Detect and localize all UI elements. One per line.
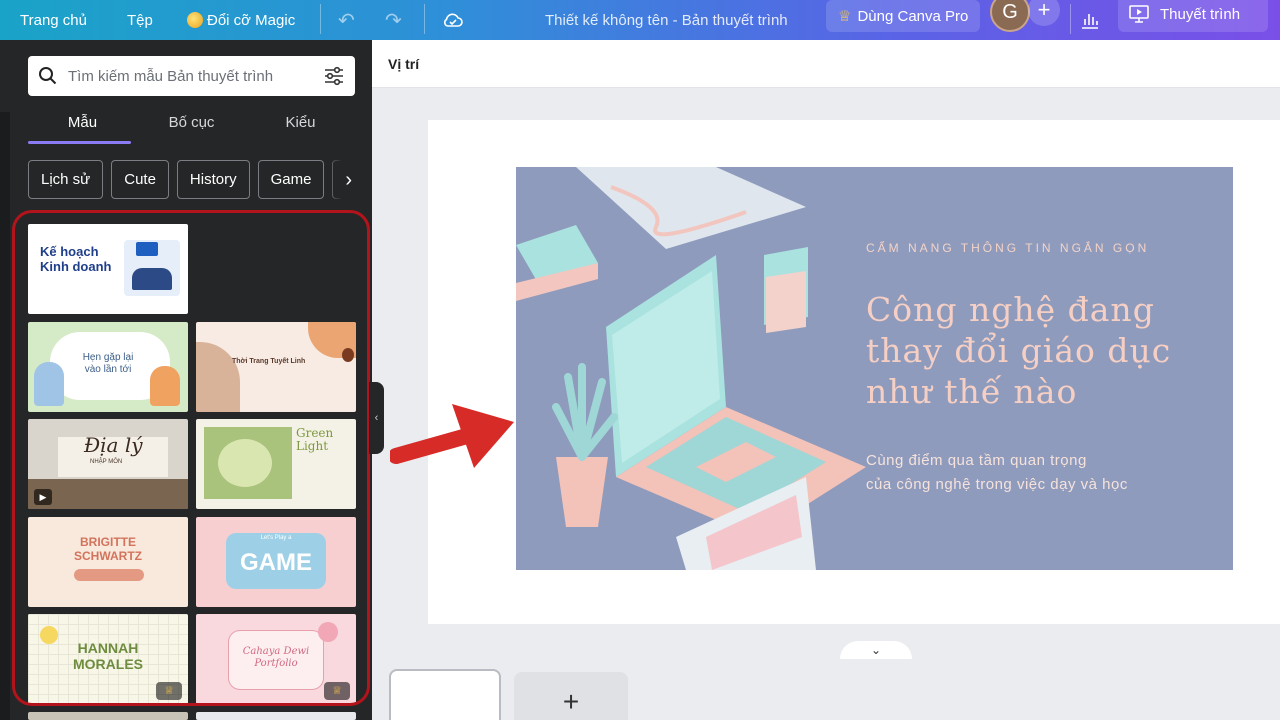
divider (424, 4, 425, 34)
template-title: Cahaya Dewi (242, 646, 310, 657)
slide-subtitle-line: Cùng điểm qua tầm quan trọng (866, 452, 1087, 469)
document-title[interactable]: Thiết kế không tên - Bản thuyết trình (545, 0, 788, 40)
avatar[interactable]: G (990, 0, 1030, 32)
search-input[interactable] (68, 67, 323, 85)
top-bar: Trang chủ Tệp Đổi cỡ Magic ↶ ↷ Thiết kế … (0, 0, 1280, 40)
template-thumb[interactable] (196, 712, 356, 720)
cloud-save-icon[interactable] (442, 0, 464, 40)
template-title: BRIGITTE (80, 535, 136, 549)
chevron-down-icon: ⌄ (870, 643, 882, 657)
template-thumb[interactable]: Green Light (196, 419, 356, 509)
home-label: Trang chủ (20, 11, 87, 29)
present-label: Thuyết trình (1160, 5, 1241, 23)
tab-layouts[interactable]: Bố cục (137, 108, 246, 144)
slide-kicker: CẨM NANG THÔNG TIN NGẮN GỌN (866, 241, 1150, 255)
add-page-button[interactable]: + (514, 672, 628, 720)
template-thumb[interactable]: HANNAH MORALES ♕ (28, 614, 188, 704)
template-subtitle: NHẬP MÔN (90, 459, 123, 465)
template-title: Địa lý (84, 433, 143, 457)
plus-icon: + (1037, 0, 1051, 22)
side-rail (0, 112, 10, 720)
chip-game[interactable]: Game (257, 160, 325, 199)
present-icon (1129, 5, 1149, 23)
filter-chips: Lịch sử Cute History Game T (28, 160, 355, 200)
crown-icon: ♕ (324, 682, 350, 700)
present-button[interactable]: Thuyết trình (1118, 0, 1268, 32)
page-thumbnail[interactable] (389, 669, 501, 720)
home-link[interactable]: Trang chủ (20, 0, 87, 40)
canva-pro-button[interactable]: ♕ Dùng Canva Pro (826, 0, 981, 32)
template-thumb[interactable]: Cahaya Dewi Portfolio ♕ (196, 614, 356, 704)
template-title: Kinh doanh (40, 259, 112, 274)
share-add-button[interactable]: + (1028, 0, 1060, 26)
video-icon: ▶ (34, 489, 52, 505)
file-menu[interactable]: Tệp (127, 0, 153, 40)
slide-subtitle: Cùng điểm qua tầm quan trọng của công ng… (866, 449, 1216, 497)
magic-resize-label: Đổi cỡ Magic (207, 11, 296, 29)
template-thumb[interactable]: BRIGITTE SCHWARTZ (28, 517, 188, 607)
analytics-icon[interactable] (1080, 0, 1100, 40)
template-title: Kế hoạch (40, 244, 99, 259)
template-subtitle: Let's Play a (260, 535, 292, 541)
collapse-panel-button[interactable]: ‹ (369, 382, 384, 454)
editor-toolbar: Vị trí (372, 40, 1280, 88)
pages-strip (372, 655, 1280, 720)
chip-history-vi[interactable]: Lịch sử (28, 160, 104, 199)
tab-templates[interactable]: Mẫu (28, 108, 137, 144)
slide-subtitle-line: của công nghệ trong việc dạy và học (866, 476, 1128, 493)
template-thumb[interactable]: Let's Play a GAME (196, 517, 356, 607)
template-title: GAME (240, 549, 312, 576)
crown-icon (187, 12, 203, 28)
chip-cute[interactable]: Cute (111, 160, 169, 199)
panel-tabs: Mẫu Bố cục Kiểu (28, 108, 355, 144)
expand-pages-button[interactable]: ⌄ (840, 641, 912, 659)
chip-history[interactable]: History (176, 160, 250, 199)
search-icon (39, 67, 57, 85)
chevron-left-icon: ‹ (374, 412, 379, 424)
position-button[interactable]: Vị trí (388, 56, 419, 72)
template-title: SCHWARTZ (74, 549, 142, 563)
document-title-text: Thiết kế không tên - Bản thuyết trình (545, 11, 788, 29)
template-title: Portfolio (254, 658, 298, 669)
canva-pro-label: Dùng Canva Pro (857, 7, 969, 25)
template-thumb[interactable]: Thời Trang Tuyết Linh (196, 322, 356, 412)
chevron-right-icon[interactable]: › (328, 160, 358, 200)
divider (1070, 4, 1071, 34)
magic-resize-button[interactable]: Đổi cỡ Magic (187, 0, 295, 40)
avatar-initial: G (1002, 0, 1018, 23)
template-thumb[interactable]: Hẹn gặp lại vào lần tới (28, 322, 188, 412)
slide-title: Công nghệ đang thay đổi giáo dục như thế… (866, 290, 1172, 411)
slide-preview[interactable]: CẨM NANG THÔNG TIN NGẮN GỌN Công nghệ đa… (516, 167, 1233, 570)
file-label: Tệp (127, 11, 153, 29)
template-thumb[interactable]: Kế hoạch Kinh doanh (28, 224, 188, 314)
redo-icon[interactable]: ↷ (385, 0, 402, 40)
template-thumb[interactable]: Địa lý NHẬP MÔN ▶ (28, 419, 188, 509)
template-title: Light (296, 439, 329, 453)
divider (320, 4, 321, 34)
crown-icon: ♕ (838, 8, 852, 25)
template-title: MORALES (73, 656, 143, 672)
template-search[interactable] (28, 56, 355, 96)
template-thumb[interactable] (28, 712, 188, 720)
crown-icon: ♕ (156, 682, 182, 700)
template-title: Thời Trang Tuyết Linh (232, 358, 306, 365)
undo-icon[interactable]: ↶ (338, 0, 355, 40)
tab-styles[interactable]: Kiểu (246, 108, 355, 144)
arrow-annotation (390, 404, 514, 468)
filter-icon[interactable] (323, 66, 345, 86)
plus-icon: + (562, 686, 580, 717)
